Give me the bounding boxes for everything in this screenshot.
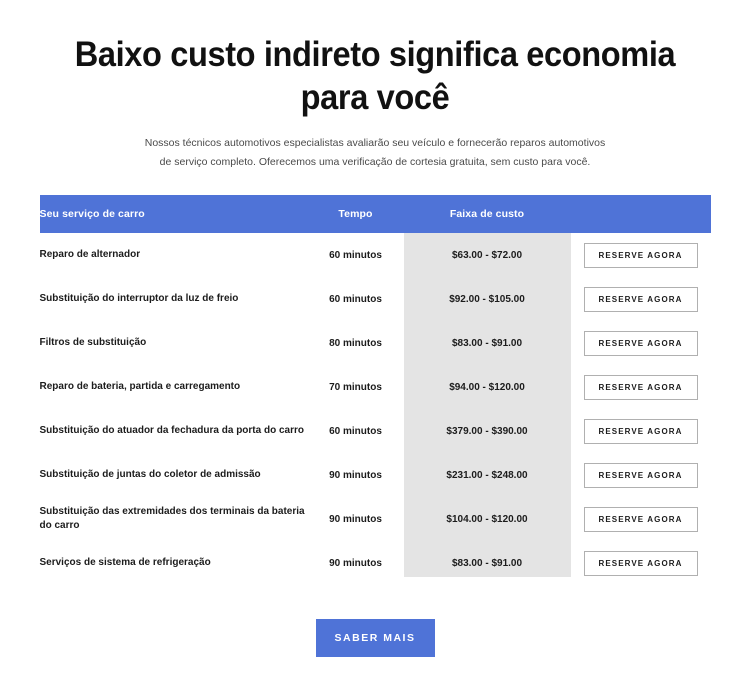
reserve-agora-button[interactable]: RESERVE AGORA [583,330,698,356]
table-row: Reparo de bateria, partida e carregament… [40,365,711,409]
cell-service: Reparo de bateria, partida e carregament… [39,380,241,392]
reserve-agora-button[interactable]: RESERVE AGORA [583,418,698,444]
cell-price: $231.00 - $248.00 [446,469,528,481]
reserve-agora-button[interactable]: RESERVE AGORA [583,374,698,400]
page-title: Baixo custo indireto significa economia … [74,35,676,117]
reserve-agora-button[interactable]: RESERVE AGORA [583,462,698,488]
cell-action: RESERVE AGORA [571,497,711,541]
cell-price: $92.00 - $105.00 [449,293,525,305]
reserve-agora-button[interactable]: RESERVE AGORA [583,506,698,532]
cell-service: Filtros de substituição [39,336,147,348]
column-header-time: Tempo [307,195,404,234]
table-row: Substituição das extremidades dos termin… [40,497,711,541]
cell-time: 90 minutos [329,469,382,481]
cell-service: Serviços de sistema de refrigeração [39,556,211,568]
table-row: Serviços de sistema de refrigeração 90 mi… [40,541,711,585]
cell-action: RESERVE AGORA [571,541,711,585]
table-header-row: Seu serviço de carro Tempo Faixa de cust… [39,195,711,234]
table-row: Reparo de alternador 60 minutos $63.00 - $… [40,233,711,277]
cell-service: Substituição de juntas do coletor de adm… [39,468,261,480]
cell-action: RESERVE AGORA [571,321,711,365]
cell-time: 70 minutos [329,381,382,393]
hero-section: Baixo custo indireto significa economia … [0,0,750,171]
saber-mais-button[interactable]: SABER MAIS [315,619,435,658]
reserve-agora-button[interactable]: RESERVE AGORA [583,286,698,312]
cell-price: $83.00 - $91.00 [451,337,523,349]
reserve-agora-button[interactable]: RESERVE AGORA [583,550,698,576]
pricing-table-wrapper: Seu serviço de carro Tempo Faixa de cust… [39,195,711,585]
column-header-service: Seu serviço de carro [39,195,308,234]
cell-price: $94.00 - $120.00 [449,381,525,393]
table-row: Substituição de juntas do coletor de adm… [40,453,711,497]
cell-price: $83.00 - $91.00 [451,557,523,569]
page-subtitle: Nossos técnicos automotivos especialista… [144,137,606,168]
column-header-action [570,195,711,234]
cell-action: RESERVE AGORA [571,365,711,409]
cta-section: SABER MAIS [0,619,750,658]
pricing-page: Baixo custo indireto significa economia … [0,0,750,683]
table-row: Substituição do interruptor da luz de fr… [40,277,711,321]
cell-service: Substituição do interruptor da luz de fr… [39,292,239,304]
cell-time: 90 minutos [329,513,382,525]
cell-price: $379.00 - $390.00 [446,425,528,437]
column-header-price: Faixa de custo [403,195,571,234]
table-row: Substituição do atuador da fechadura da … [40,409,711,453]
table-row: Filtros de substituição 80 minutos $83.00 … [40,321,711,365]
cell-price: $63.00 - $72.00 [451,249,523,261]
cell-price: $104.00 - $120.00 [446,513,528,525]
pricing-table: Seu serviço de carro Tempo Faixa de cust… [39,195,711,585]
cell-action: RESERVE AGORA [571,277,711,321]
table-body: Reparo de alternador 60 minutos $63.00 - $… [40,233,711,585]
cell-service: Substituição das extremidades dos termin… [39,505,305,532]
cell-service: Substituição do atuador da fechadura da … [39,424,304,436]
cell-action: RESERVE AGORA [571,409,711,453]
cell-time: 60 minutos [329,249,382,261]
cell-time: 90 minutos [329,557,382,569]
cell-service: Reparo de alternador [39,248,141,260]
cell-time: 60 minutos [329,293,382,305]
cell-action: RESERVE AGORA [571,453,711,497]
cell-time: 80 minutos [329,337,382,349]
cell-time: 60 minutos [329,425,382,437]
table-header: Seu serviço de carro Tempo Faixa de cust… [39,195,711,234]
cell-action: RESERVE AGORA [571,233,711,277]
reserve-agora-button[interactable]: RESERVE AGORA [583,242,698,268]
